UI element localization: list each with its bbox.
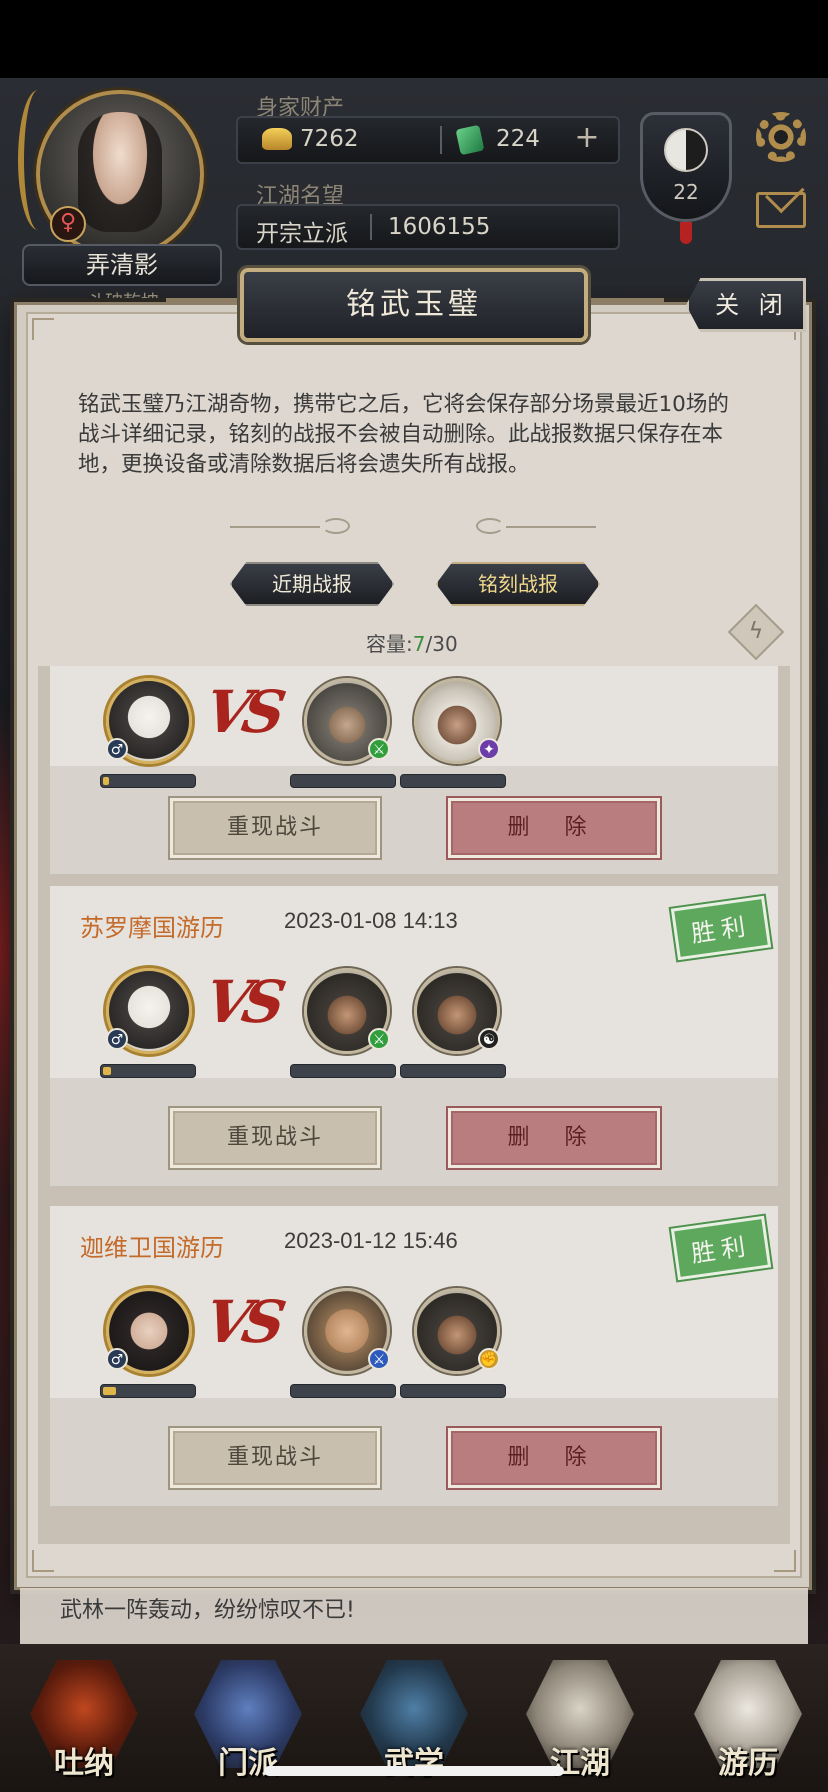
- victory-stamp: 胜利: [670, 895, 772, 961]
- jade-icon: [455, 124, 485, 156]
- green-sword-icon: ⚔: [368, 738, 390, 760]
- close-button[interactable]: 关 闭: [686, 278, 806, 332]
- delete-button[interactable]: 删 除: [448, 798, 660, 858]
- male-icon: ♂: [106, 738, 128, 760]
- modal-title: 铭武玉璧: [240, 268, 588, 342]
- hp-fill: [103, 1067, 111, 1075]
- vs-label: VS: [200, 1288, 283, 1356]
- yinyang-icon: ☯: [478, 1028, 500, 1050]
- capacity-total: /30: [425, 632, 458, 656]
- corner-ornament: [32, 1550, 54, 1572]
- battle-report-card: 迦维卫国游历 2023-01-12 15:46 胜利 ♂ VS ⚔ ✊ 重现战斗…: [50, 1206, 778, 1506]
- replay-battle-button[interactable]: 重现战斗: [170, 798, 380, 858]
- avatar-portrait: [78, 112, 162, 232]
- player-name[interactable]: 弄清影: [22, 244, 222, 286]
- assets-separator: [440, 126, 442, 154]
- battle-report-card: ♂ VS ⚔ ✦ 重现战斗 删 除: [50, 666, 778, 874]
- female-symbol-icon: ♀: [50, 206, 86, 242]
- enemy-hp-bar: [400, 1064, 506, 1078]
- divider-ornament: [476, 518, 504, 534]
- gold-ingot-icon: [262, 128, 292, 150]
- add-currency-button[interactable]: +: [572, 123, 602, 154]
- fame-rank: 开宗立派: [256, 221, 348, 247]
- divider-left: [230, 526, 320, 528]
- male-icon: ♂: [106, 1028, 128, 1050]
- corner-ornament: [32, 318, 54, 340]
- divider-ornament: [322, 518, 350, 534]
- delete-button[interactable]: 删 除: [448, 1428, 660, 1488]
- news-text: 武林一阵轰动，纷纷惊叹不已!: [60, 1598, 355, 1623]
- corner-ornament: [774, 1550, 796, 1572]
- jade-amount: 224: [496, 126, 540, 152]
- divider-right: [506, 526, 596, 528]
- green-sword-icon: ⚔: [368, 1028, 390, 1050]
- hero-hp-bar: [100, 1384, 196, 1398]
- player-level: 22: [673, 180, 699, 204]
- nav-label: 吐纳: [54, 1746, 114, 1781]
- assets-bar: [236, 116, 620, 164]
- status-bar: [0, 0, 828, 78]
- hp-fill: [103, 1387, 116, 1395]
- tassel-ornament: [680, 222, 692, 244]
- battle-report-list[interactable]: ♂ VS ⚔ ✦ 重现战斗 删 除 苏罗摩国游历 2023-01-08 14:1…: [38, 666, 790, 1544]
- vs-label: VS: [200, 968, 283, 1036]
- lightning-icon: ϟ: [748, 619, 764, 644]
- hp-fill: [103, 777, 109, 785]
- enemy-hp-bar: [400, 1384, 506, 1398]
- replay-battle-button[interactable]: 重现战斗: [170, 1428, 380, 1488]
- battle-report-card: 苏罗摩国游历 2023-01-08 14:13 胜利 ♂ VS ⚔ ☯ 重现战斗…: [50, 886, 778, 1186]
- home-indicator[interactable]: [264, 1766, 564, 1776]
- fame-value: 1606155: [388, 214, 491, 240]
- fame-separator: [370, 214, 372, 240]
- purple-staff-icon: ✦: [478, 738, 500, 760]
- report-title: 苏罗摩国游历: [80, 914, 224, 942]
- enemy-hp-bar: [290, 1384, 396, 1398]
- tab-recent-reports[interactable]: 近期战报: [230, 562, 394, 606]
- male-icon: ♂: [106, 1348, 128, 1370]
- capacity-indicator: 容量:7/30: [366, 628, 458, 657]
- title-wing-right: [584, 298, 664, 302]
- hero-hp-bar: [100, 774, 196, 788]
- report-date: 2023-01-08 14:13: [284, 908, 458, 933]
- enemy-hp-bar: [400, 774, 506, 788]
- gold-amount: 7262: [300, 126, 359, 152]
- enemy-hp-bar: [290, 774, 396, 788]
- gold-fist-icon: ✊: [478, 1348, 500, 1370]
- blue-blade-icon: ⚔: [368, 1348, 390, 1370]
- gear-icon[interactable]: [756, 112, 806, 162]
- delete-button[interactable]: 删 除: [448, 1108, 660, 1168]
- nav-label: 游历: [718, 1746, 778, 1781]
- card-actions-area: [50, 1398, 778, 1506]
- modal-description: 铭武玉璧乃江湖奇物，携带它之后，它将会保存部分场景最近10场的战斗详细记录，铭刻…: [78, 392, 729, 477]
- vs-label: VS: [200, 678, 283, 746]
- report-date: 2023-01-12 15:46: [284, 1228, 458, 1253]
- nav-youli[interactable]: 游历: [694, 1660, 802, 1784]
- mail-icon[interactable]: [756, 192, 806, 228]
- capacity-label: 容量:: [366, 632, 413, 656]
- enemy-hp-bar: [290, 1064, 396, 1078]
- capacity-used: 7: [412, 632, 426, 656]
- tab-engraved-reports[interactable]: 铭刻战报: [436, 562, 600, 606]
- replay-battle-button[interactable]: 重现战斗: [170, 1108, 380, 1168]
- hero-hp-bar: [100, 1064, 196, 1078]
- title-wing-left: [166, 298, 246, 302]
- yinyang-icon: [664, 128, 708, 172]
- victory-stamp: 胜利: [670, 1215, 772, 1281]
- card-actions-area: [50, 1078, 778, 1186]
- nav-tuna[interactable]: 吐纳: [30, 1660, 138, 1784]
- report-title: 迦维卫国游历: [80, 1234, 224, 1262]
